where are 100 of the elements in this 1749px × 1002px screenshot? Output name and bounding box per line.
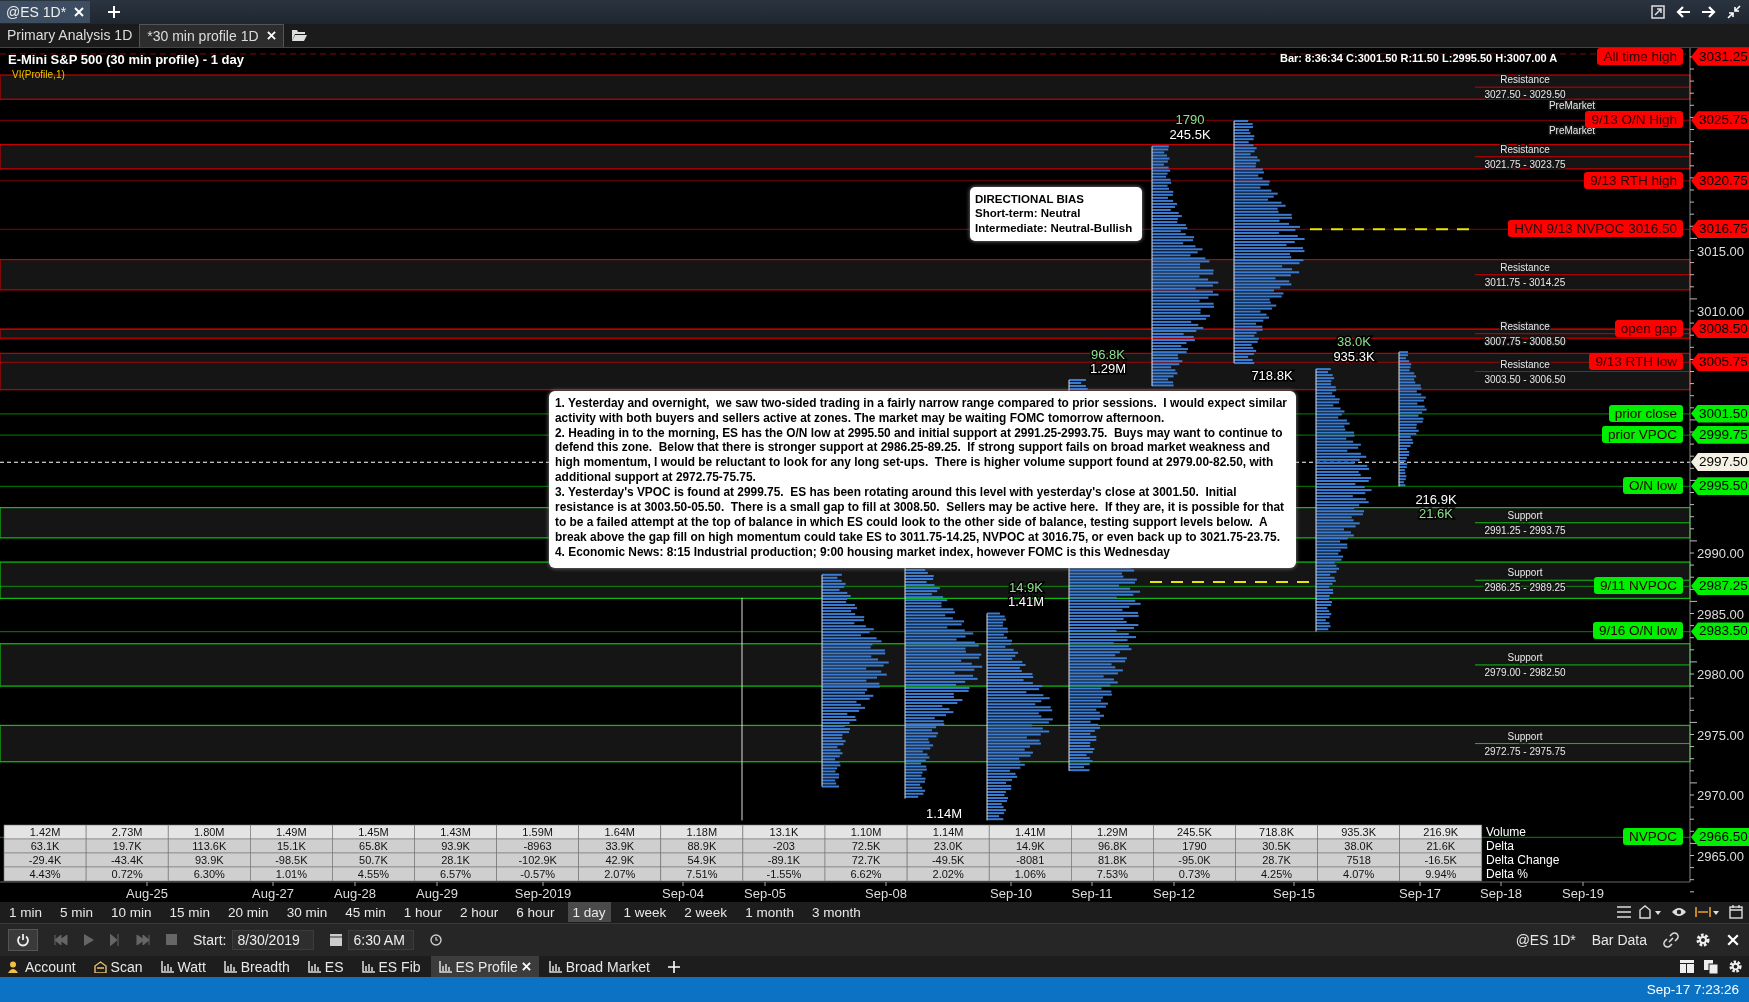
date-tick: Sep-10 bbox=[990, 885, 1032, 901]
workspace-tab[interactable]: ES Profile bbox=[430, 956, 539, 978]
interval-button[interactable]: 6 hour bbox=[511, 902, 560, 923]
interval-button[interactable]: 2 week bbox=[679, 902, 733, 923]
profile-value: 1790 bbox=[1175, 111, 1205, 127]
workspace-tab[interactable]: Breadth bbox=[215, 956, 298, 978]
calendar-icon[interactable] bbox=[1729, 905, 1743, 920]
copy-icon[interactable] bbox=[1704, 959, 1718, 974]
skip-forward-icon[interactable] bbox=[136, 934, 150, 945]
table-cell: 2.73M bbox=[111, 825, 143, 838]
stop-icon[interactable] bbox=[166, 934, 177, 946]
price-tick: 2975.00 bbox=[1697, 727, 1744, 743]
back-arrow-icon[interactable] bbox=[1675, 4, 1691, 19]
start-label: Start: bbox=[193, 931, 227, 948]
tab-label: @ES 1D* bbox=[6, 3, 67, 20]
chart-title: E-Mini S&P 500 (30 min profile) - 1 day bbox=[8, 51, 244, 67]
settings-icon[interactable] bbox=[1695, 931, 1711, 948]
table-cell: 1.59M bbox=[522, 825, 553, 838]
chart-tab[interactable]: *30 min profile 1D bbox=[139, 23, 284, 47]
workspace-tab[interactable]: Scan bbox=[85, 956, 151, 978]
menu-icon[interactable] bbox=[1617, 906, 1631, 919]
collapse-icon[interactable] bbox=[1727, 4, 1741, 19]
table-cell: 1.14M bbox=[932, 825, 964, 838]
folder-icon[interactable] bbox=[291, 29, 307, 42]
table-cell: -95.0K bbox=[1178, 853, 1211, 866]
interval-button[interactable]: 1 month bbox=[740, 902, 799, 923]
chart-type-icon[interactable] bbox=[1639, 905, 1663, 920]
workspace-tab[interactable]: Broad Market bbox=[540, 956, 658, 978]
row-label: Delta bbox=[1486, 838, 1514, 853]
power-button[interactable] bbox=[8, 928, 38, 951]
date-tick: Sep-04 bbox=[662, 885, 704, 901]
calendar-icon[interactable] bbox=[330, 933, 343, 946]
interval-button[interactable]: 45 min bbox=[340, 902, 391, 923]
interval-button[interactable]: 1 day bbox=[567, 902, 611, 923]
workspace-tab[interactable]: ES bbox=[299, 956, 352, 978]
chart-tab[interactable]: Primary Analysis 1D bbox=[0, 24, 140, 47]
zone-range: 2972.75 - 2975.75 bbox=[1484, 745, 1566, 757]
width-icon[interactable] bbox=[1695, 905, 1721, 920]
table-cell: 1.10M bbox=[850, 825, 882, 838]
table-cell: -98.5K bbox=[275, 853, 308, 866]
close-icon[interactable] bbox=[266, 31, 276, 41]
step-icon[interactable] bbox=[110, 933, 120, 946]
clock-icon[interactable] bbox=[430, 933, 443, 946]
date-tick: Sep-11 bbox=[1071, 885, 1113, 901]
interval-button[interactable]: 2 hour bbox=[454, 902, 504, 923]
note-line: Short-term: Neutral bbox=[975, 206, 1082, 221]
symbol-label: @ES 1D* bbox=[1515, 931, 1576, 948]
interval-button[interactable]: 30 min bbox=[281, 902, 333, 923]
interval-button[interactable]: 5 min bbox=[55, 902, 99, 923]
price-tag: 2987.25 bbox=[1691, 577, 1749, 596]
close-icon[interactable] bbox=[74, 6, 85, 17]
interval-button[interactable]: 10 min bbox=[106, 902, 157, 923]
link-icon[interactable] bbox=[1663, 931, 1679, 948]
interval-button[interactable]: 15 min bbox=[164, 902, 216, 923]
table-cell: 72.5K bbox=[851, 839, 881, 852]
date-tick: Sep-17 bbox=[1399, 885, 1441, 901]
add-icon[interactable] bbox=[667, 960, 680, 973]
table-cell: -0.57% bbox=[520, 867, 556, 880]
workspace-tab[interactable]: ES Fib bbox=[353, 956, 429, 978]
level-label: NVPOC bbox=[1623, 828, 1683, 846]
table-cell: 93.9K bbox=[441, 839, 470, 852]
layout-icon[interactable] bbox=[1680, 960, 1694, 974]
settings-icon[interactable] bbox=[1728, 959, 1743, 975]
interval-button[interactable]: 3 month bbox=[806, 902, 866, 923]
forward-arrow-icon[interactable] bbox=[1701, 4, 1717, 19]
eye-icon[interactable] bbox=[1671, 906, 1687, 919]
profile-value: 14.9K bbox=[1009, 579, 1043, 595]
zone-label: Resistance bbox=[1500, 358, 1550, 370]
profile-value: 245.5K bbox=[1169, 126, 1211, 142]
table-cell: 0.72% bbox=[111, 867, 143, 880]
interval-button[interactable]: 20 min bbox=[223, 902, 274, 923]
date-tick: Aug-29 bbox=[416, 885, 458, 901]
price-tick: 2980.00 bbox=[1697, 666, 1744, 682]
restore-icon[interactable] bbox=[1651, 4, 1665, 19]
workspace-tab[interactable]: Account bbox=[0, 956, 84, 978]
date-field[interactable]: 8/30/2019 bbox=[232, 929, 315, 950]
price-tick: 3010.00 bbox=[1697, 303, 1744, 319]
close-icon[interactable] bbox=[1727, 933, 1739, 946]
table-cell: 65.8K bbox=[359, 839, 388, 852]
interval-button[interactable]: 1 min bbox=[4, 902, 47, 923]
skip-back-icon[interactable] bbox=[54, 934, 68, 945]
close-icon[interactable] bbox=[521, 962, 531, 972]
zone-range: 2991.25 - 2993.75 bbox=[1484, 524, 1566, 536]
time-field[interactable]: 6:30 AM bbox=[348, 929, 415, 950]
interval-button[interactable]: 1 hour bbox=[398, 902, 447, 923]
level-label: 9/16 O/N low bbox=[1592, 622, 1683, 640]
table-cell: 88.9K bbox=[687, 839, 717, 852]
table-cell: 1.80M bbox=[193, 825, 225, 838]
window-tab[interactable]: @ES 1D* bbox=[0, 0, 91, 23]
play-icon[interactable] bbox=[84, 933, 94, 946]
table-cell: 2.02% bbox=[932, 867, 964, 880]
date-tick: Aug-25 bbox=[126, 885, 168, 901]
interval-button[interactable]: 1 week bbox=[618, 902, 672, 923]
table-cell: 7.51% bbox=[686, 867, 718, 880]
workspace-tab[interactable]: Watt bbox=[152, 956, 214, 978]
note-title: DIRECTIONAL BIAS bbox=[975, 191, 1086, 207]
tab-label: Account bbox=[25, 958, 76, 975]
date-tick: Aug-27 bbox=[252, 885, 294, 901]
add-icon[interactable] bbox=[108, 5, 121, 18]
note-paragraph: 4. Economic News: 8:15 Industrial production; 9:00 housing market index, however FOMC is this Wednesday bbox=[555, 544, 1171, 560]
